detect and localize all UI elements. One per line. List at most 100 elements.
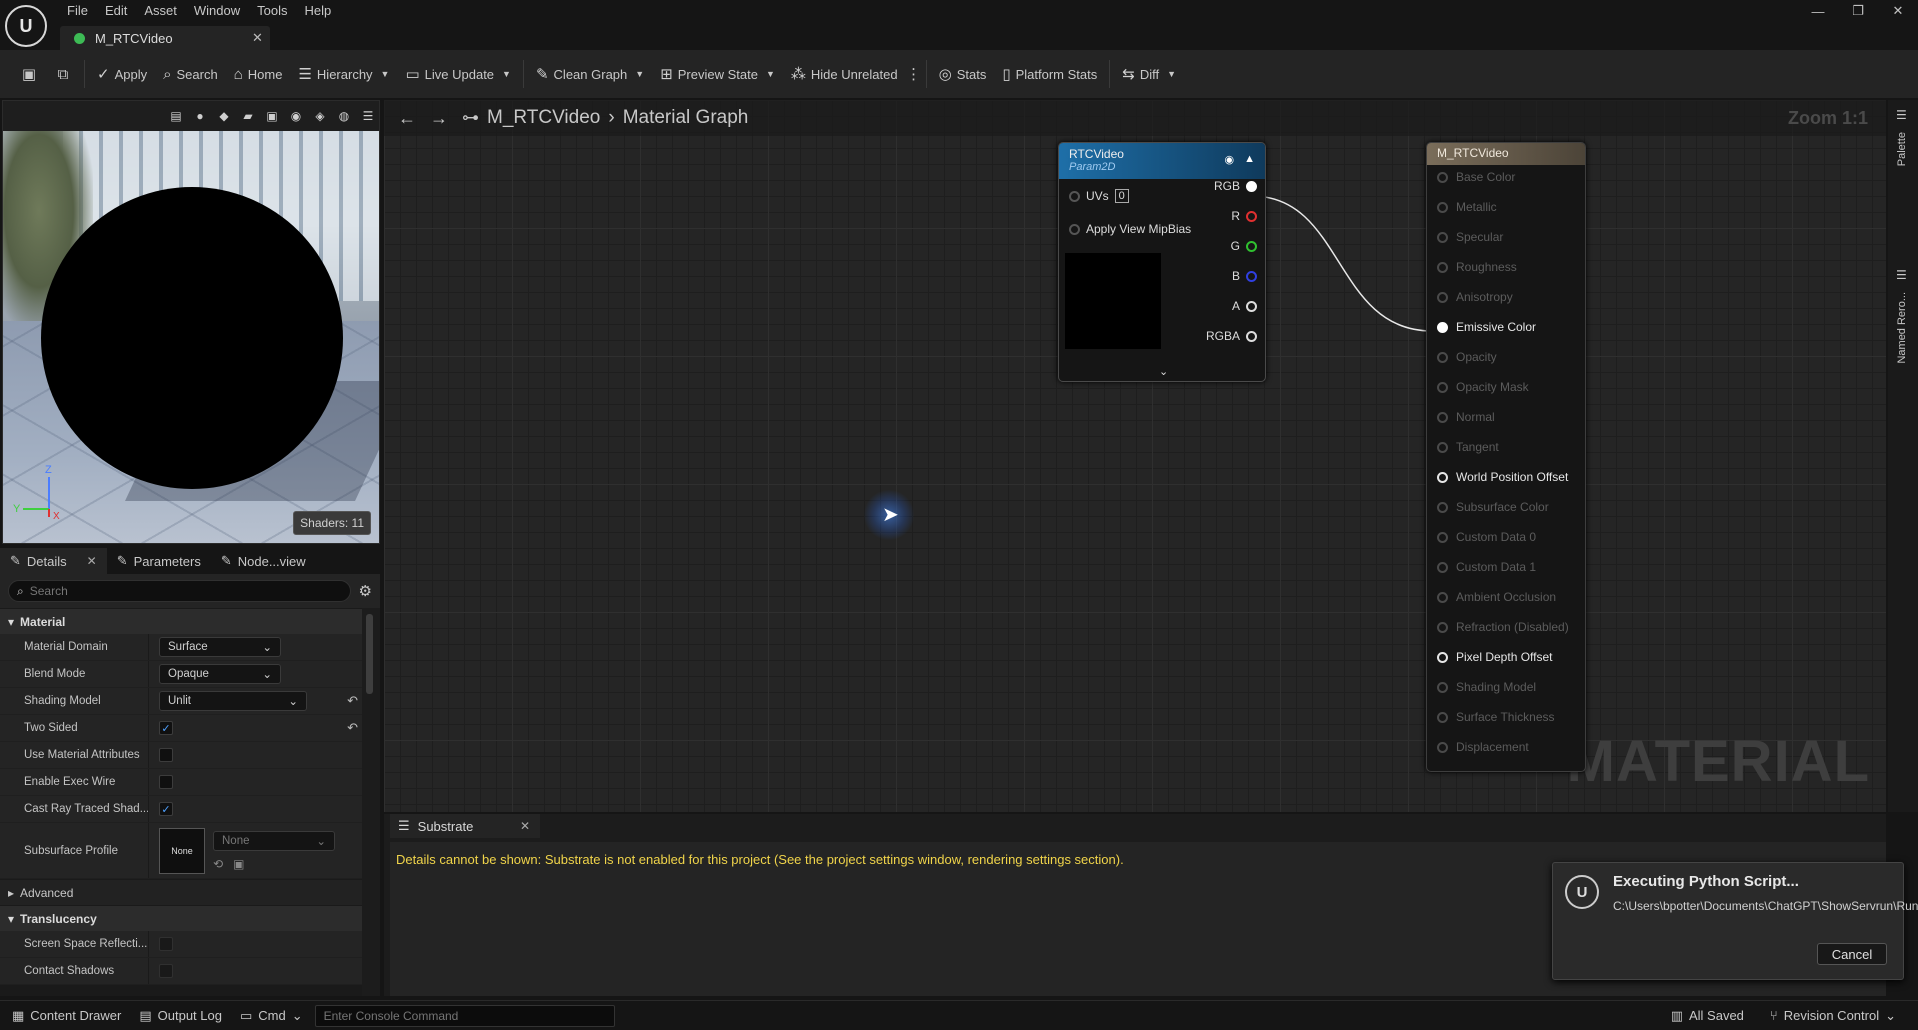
use-material-attributes-checkbox[interactable]: [159, 748, 173, 762]
input-opacity-mask[interactable]: Opacity Mask: [1437, 380, 1529, 394]
input-pin-icon[interactable]: [1437, 261, 1448, 273]
input-custom-data-1[interactable]: Custom Data 1: [1437, 560, 1536, 574]
output-rgb[interactable]: RGB: [1214, 179, 1257, 193]
input-custom-data-0[interactable]: Custom Data 0: [1437, 530, 1536, 544]
console-command-box[interactable]: [314, 1004, 615, 1027]
input-pin-icon[interactable]: [1437, 621, 1448, 633]
input-base-color[interactable]: Base Color: [1437, 170, 1515, 184]
details-scrollbar[interactable]: [366, 614, 373, 694]
menu-window[interactable]: Window: [187, 0, 250, 22]
output-a[interactable]: A: [1232, 299, 1257, 313]
search-button[interactable]: ⌕ Search: [155, 59, 226, 89]
clean-graph-button[interactable]: ✎ Clean Graph ▼: [528, 59, 652, 89]
asset-editor-tab[interactable]: M_RTCVideo ✕: [60, 26, 270, 50]
settings-gear-icon[interactable]: ⚙: [359, 582, 372, 600]
category-material[interactable]: ▾ Material: [0, 608, 362, 634]
tab-substrate[interactable]: ☰ Substrate ✕: [390, 814, 540, 838]
sphere-preview-icon[interactable]: ●: [191, 107, 209, 125]
blend-mode-combo[interactable]: Opaque ⌄: [159, 664, 281, 684]
all-saved-button[interactable]: ▥ All Saved: [1665, 1004, 1750, 1028]
input-pin-icon[interactable]: [1437, 351, 1448, 363]
use-selected-icon[interactable]: ⟲: [213, 857, 223, 871]
hide-unrelated-button[interactable]: ⁂ Hide Unrelated: [783, 59, 906, 89]
screen-space-reflections-checkbox[interactable]: [159, 937, 173, 951]
menu-tools[interactable]: Tools: [250, 0, 297, 22]
input-pin-icon[interactable]: [1437, 651, 1448, 663]
input-pin-icon[interactable]: [1437, 291, 1448, 303]
unreal-logo-icon[interactable]: U: [5, 5, 47, 47]
input-pin-icon[interactable]: [1437, 501, 1448, 513]
close-window-button[interactable]: ✕: [1878, 0, 1918, 22]
material-domain-combo[interactable]: Surface ⌄: [159, 637, 281, 657]
input-ambient-occlusion[interactable]: Ambient Occlusion: [1437, 590, 1556, 604]
restore-button[interactable]: ❐: [1838, 0, 1878, 22]
input-normal[interactable]: Normal: [1437, 410, 1495, 424]
two-sided-checkbox[interactable]: ✓: [159, 721, 173, 735]
input-subsurface-color[interactable]: Subsurface Color: [1437, 500, 1549, 514]
mip-bias-input[interactable]: Apply View MipBias: [1069, 222, 1191, 236]
collapse-node-icon[interactable]: ▲: [1244, 153, 1255, 166]
expand-node-icon[interactable]: ⌄: [1159, 365, 1168, 378]
input-pin-icon[interactable]: [1437, 681, 1448, 693]
hierarchy-button[interactable]: ☰ Hierarchy ▼: [290, 59, 397, 89]
output-pin-icon[interactable]: [1246, 240, 1257, 252]
view-options-icon[interactable]: ▤: [167, 107, 185, 125]
menu-asset[interactable]: Asset: [137, 0, 187, 22]
platform-stats-button[interactable]: ▯ Platform Stats: [994, 59, 1105, 89]
input-pin-icon[interactable]: [1437, 381, 1448, 393]
palette-menu-icon[interactable]: ☰: [1896, 108, 1907, 122]
cmd-dropdown[interactable]: ▭ Cmd ⌄: [234, 1004, 309, 1028]
input-anisotropy[interactable]: Anisotropy: [1437, 290, 1513, 304]
menu-file[interactable]: File: [60, 0, 98, 22]
output-pin-icon[interactable]: [1246, 180, 1257, 192]
input-pin-icon[interactable]: [1069, 223, 1080, 235]
details-search-box[interactable]: ⌕: [8, 580, 351, 602]
preview-viewport[interactable]: ▤ ● ◆ ▰ ▣ ◉ ◈ ◍ ☰ Z Y X Shaders: 11: [2, 100, 380, 544]
cube-preview-icon[interactable]: ▣: [263, 107, 281, 125]
input-pin-icon[interactable]: [1437, 171, 1448, 183]
input-tangent[interactable]: Tangent: [1437, 440, 1499, 454]
category-translucency[interactable]: ▾ Translucency: [0, 905, 362, 931]
output-log-button[interactable]: ▤ Output Log: [133, 1004, 228, 1028]
cast-ray-traced-shadows-checkbox[interactable]: ✓: [159, 802, 173, 816]
browse-asset-icon[interactable]: ⧉: [46, 59, 80, 89]
browse-folder-icon[interactable]: ▣: [233, 857, 244, 871]
input-opacity[interactable]: Opacity: [1437, 350, 1497, 364]
subsurface-profile-combo[interactable]: None ⌄: [213, 830, 335, 851]
named-reroutes-tab[interactable]: Named Rero...: [1896, 292, 1908, 364]
output-rgba[interactable]: RGBA: [1206, 329, 1257, 343]
input-pin-icon[interactable]: [1437, 201, 1448, 213]
input-pin-icon[interactable]: [1437, 741, 1448, 753]
viewport-menu-icon[interactable]: ☰: [359, 107, 377, 125]
close-tab-icon[interactable]: ✕: [252, 30, 270, 46]
input-pin-icon[interactable]: [1437, 471, 1448, 483]
uvs-input[interactable]: UVs 0: [1069, 189, 1129, 203]
close-tab-icon[interactable]: ✕: [87, 554, 97, 568]
output-pin-icon[interactable]: [1246, 300, 1257, 312]
revision-control-button[interactable]: ⑂ Revision Control ⌄: [1764, 1004, 1902, 1028]
enable-exec-wire-checkbox[interactable]: [159, 775, 173, 789]
input-world-position-offset[interactable]: World Position Offset: [1437, 470, 1568, 484]
breadcrumb-asset[interactable]: M_RTCVideo: [487, 107, 600, 129]
tab-details[interactable]: ✎ Details ✕: [0, 548, 107, 574]
menu-edit[interactable]: Edit: [98, 0, 137, 22]
preview-state-button[interactable]: ⊞ Preview State ▼: [652, 59, 783, 89]
input-emissive-color[interactable]: Emissive Color: [1437, 320, 1536, 334]
toggle-grid-icon[interactable]: ◍: [335, 107, 353, 125]
material-output-node[interactable]: M_RTCVideo Base Color Metallic Specular Rou…: [1426, 142, 1586, 772]
diff-button[interactable]: ⇆ Diff ▼: [1114, 59, 1184, 89]
stats-button[interactable]: ◎ Stats: [931, 59, 995, 89]
contact-shadows-checkbox[interactable]: [159, 964, 173, 978]
input-roughness[interactable]: Roughness: [1437, 260, 1517, 274]
reset-to-default-icon[interactable]: ↶: [347, 720, 358, 736]
material-graph-canvas[interactable]: ← → ⊶ M_RTCVideo › Material Graph Zoom 1…: [384, 100, 1886, 812]
input-pin-icon[interactable]: [1437, 711, 1448, 723]
output-b[interactable]: B: [1232, 269, 1257, 283]
menu-help[interactable]: Help: [297, 0, 341, 22]
output-pin-icon[interactable]: [1246, 330, 1257, 342]
input-displacement[interactable]: Displacement: [1437, 740, 1529, 754]
tab-parameters[interactable]: ✎ Parameters: [107, 548, 211, 574]
input-pin-icon[interactable]: [1437, 441, 1448, 453]
input-pin-icon[interactable]: [1437, 231, 1448, 243]
home-button[interactable]: ⌂ Home: [226, 59, 291, 89]
